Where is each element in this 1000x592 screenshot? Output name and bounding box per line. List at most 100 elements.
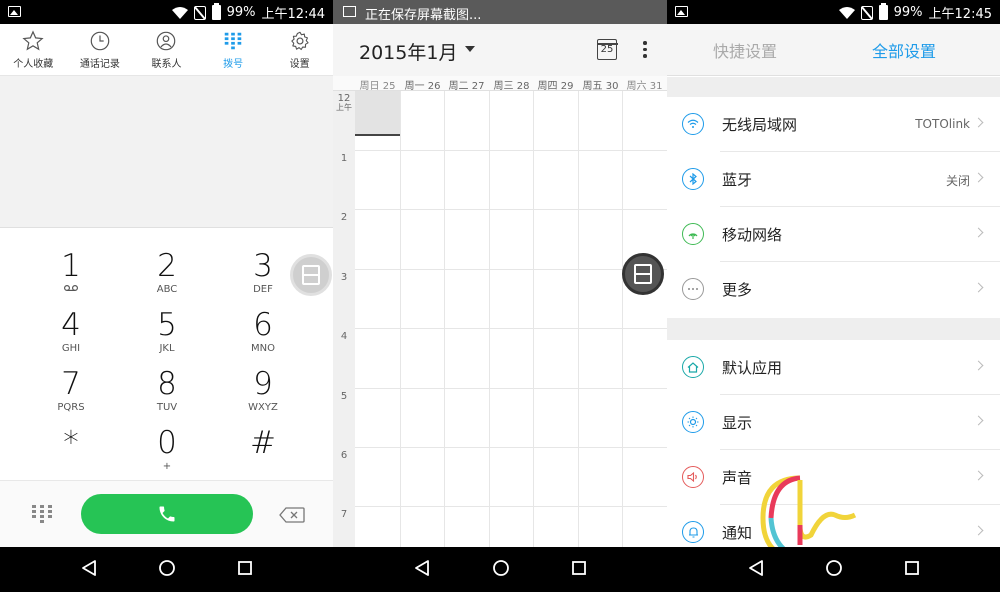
key-star[interactable]: * [31, 425, 111, 461]
chevron-right-icon [973, 117, 984, 128]
recents-button[interactable] [237, 560, 253, 580]
dialpad-toggle-icon[interactable] [32, 505, 52, 527]
tab-label: 设置 [289, 58, 310, 70]
key-digit: 5 [157, 307, 177, 343]
settings-item-mobile-network[interactable]: 移动网络 [667, 207, 1000, 262]
dropdown-caret-icon[interactable] [465, 46, 475, 52]
hour-label: 6 [340, 450, 348, 461]
call-button[interactable] [81, 494, 253, 534]
tab-settings[interactable]: 设置 [266, 24, 333, 75]
backspace-icon[interactable] [279, 507, 305, 527]
battery-icon [878, 3, 888, 20]
settings-item-label: 无线局域网 [722, 116, 798, 134]
recents-button[interactable] [904, 560, 920, 580]
more-icon [682, 278, 704, 300]
settings-item-more[interactable]: 更多 [667, 262, 1000, 317]
hour-label: 3 [340, 272, 348, 283]
key-0[interactable]: 0 + [127, 425, 207, 473]
phone-number-display[interactable] [0, 76, 333, 227]
week-grid[interactable] [355, 91, 667, 547]
hour-label: 1 [340, 153, 348, 164]
tab-call-log[interactable]: 通话记录 [67, 24, 134, 75]
key-letters: JKL [159, 343, 175, 354]
key-4[interactable]: 4 GHI [31, 307, 111, 355]
split-screen-icon [302, 265, 320, 285]
key-letters: WXYZ [248, 402, 278, 413]
day-header[interactable]: 周一 26 [400, 77, 445, 92]
home-button[interactable] [492, 559, 510, 581]
notification-text: 正在保存屏幕截图... [365, 8, 482, 23]
tab-label: 拨号 [223, 58, 244, 70]
back-button[interactable] [80, 559, 98, 581]
clock: 上午12:45 [928, 7, 992, 22]
settings-item-default-apps[interactable]: 默认应用 [667, 340, 1000, 395]
month-selector[interactable]: 2015年1月 [359, 38, 457, 65]
home-icon [682, 356, 704, 378]
settings-item-wlan[interactable]: 无线局域网 TOTOlink [667, 97, 1000, 152]
key-letters: MNO [251, 343, 275, 354]
screenshot-notification-icon [675, 6, 688, 17]
wifi-icon [171, 6, 188, 19]
system-nav-bar [0, 547, 333, 592]
star-icon [22, 29, 44, 50]
floating-multiwindow-button[interactable] [622, 253, 664, 295]
settings-item-display[interactable]: 显示 [667, 395, 1000, 450]
dialpad: 1 2 ABC 3 DEF 4 GHI 5 JKL 6 MNO 7 PQRS 8 [0, 227, 333, 479]
signal-icon [682, 223, 704, 245]
day-header[interactable]: 周日 25 [355, 77, 400, 92]
dialer-tab-bar: 个人收藏 通话记录 联系人 拨号 设置 [0, 24, 333, 76]
tab-favorites[interactable]: 个人收藏 [0, 24, 67, 75]
settings-screen: 99% 上午12:45 快捷设置 全部设置 无线局域网 TOTOlink 蓝牙 … [667, 0, 1000, 592]
hour-label: 4 [340, 331, 348, 342]
key-1[interactable]: 1 [31, 248, 111, 296]
chevron-right-icon [973, 415, 984, 426]
day-header[interactable]: 周二 27 [444, 77, 489, 92]
key-6[interactable]: 6 MNO [223, 307, 303, 355]
key-8[interactable]: 8 TUV [127, 366, 207, 414]
key-digit: 9 [253, 366, 273, 402]
bell-icon [682, 521, 704, 543]
recents-button[interactable] [571, 560, 587, 580]
image-icon [343, 6, 356, 17]
display-icon [682, 411, 704, 433]
floating-multiwindow-button[interactable] [290, 254, 332, 296]
overflow-menu-icon[interactable] [643, 41, 647, 61]
key-letters: PQRS [57, 402, 85, 413]
settings-item-bluetooth[interactable]: 蓝牙 关闭 [667, 152, 1000, 207]
key-2[interactable]: 2 ABC [127, 248, 207, 296]
key-digit: 7 [61, 366, 81, 402]
screenshot-notification-icon [8, 6, 21, 17]
tab-contacts[interactable]: 联系人 [133, 24, 200, 75]
today-button[interactable]: 25 [596, 39, 618, 60]
status-bar: 99% 上午12:44 [0, 0, 333, 24]
dialpad-icon [224, 32, 242, 49]
current-time-cell[interactable] [355, 91, 400, 136]
day-header[interactable]: 周六 31 [622, 77, 667, 92]
no-sim-icon [860, 5, 873, 20]
day-header[interactable]: 周五 30 [578, 77, 623, 92]
person-icon [157, 31, 176, 50]
no-sim-icon [193, 5, 206, 20]
tab-quick-settings[interactable]: 快捷设置 [713, 38, 777, 62]
status-bar: 99% 上午12:45 [667, 0, 1000, 24]
key-9[interactable]: 9 WXYZ [223, 366, 303, 414]
settings-item-label: 更多 [722, 281, 753, 299]
home-button[interactable] [825, 559, 843, 581]
system-nav-bar [333, 547, 667, 592]
hour-label-suffix: 上午 [336, 103, 352, 112]
back-button[interactable] [747, 559, 765, 581]
day-header[interactable]: 周四 29 [533, 77, 578, 92]
key-7[interactable]: 7 PQRS [31, 366, 111, 414]
key-hash[interactable]: # [223, 425, 303, 461]
key-letters: DEF [253, 284, 273, 295]
home-button[interactable] [158, 559, 176, 581]
settings-item-value: TOTOlink [915, 117, 970, 131]
chevron-right-icon [973, 172, 984, 183]
tab-all-settings[interactable]: 全部设置 [872, 38, 936, 62]
day-header[interactable]: 周三 28 [489, 77, 534, 92]
tab-dialpad[interactable]: 拨号 [200, 24, 267, 75]
hour-label: 5 [340, 391, 348, 402]
hour-label: 2 [340, 212, 348, 223]
key-5[interactable]: 5 JKL [127, 307, 207, 355]
back-button[interactable] [413, 559, 431, 581]
